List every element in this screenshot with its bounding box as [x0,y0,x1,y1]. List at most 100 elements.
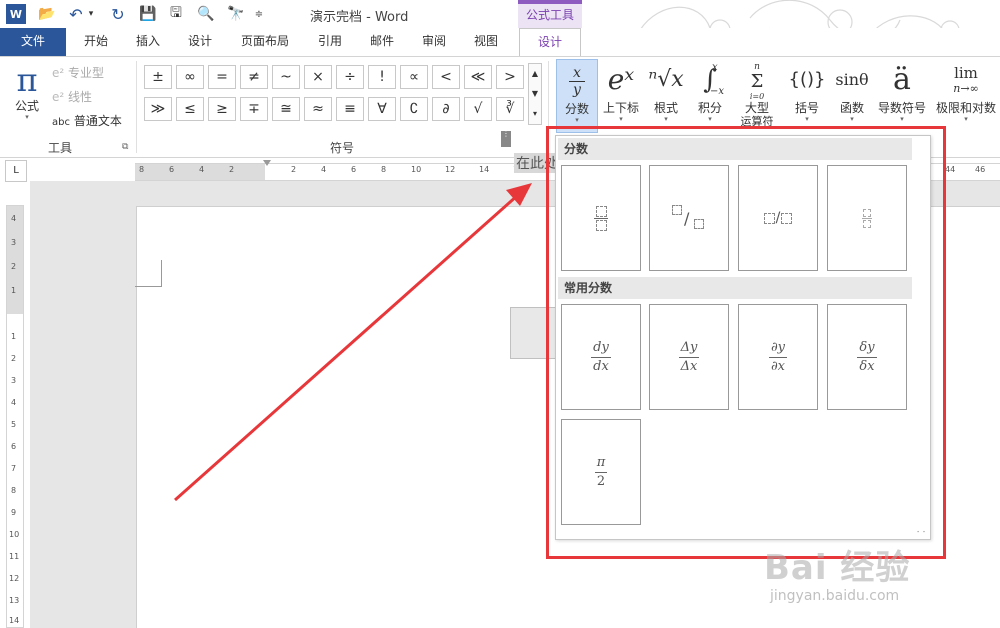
chevron-down-icon: ▾ [575,116,579,124]
symbol-divide[interactable]: ÷ [336,65,364,89]
fraction-linear-tile[interactable]: / [738,165,818,271]
function-button[interactable]: sinθ 函数 ▾ [832,59,872,133]
title-bar: W 📂 ↶ ▾ ↻ 💾 🖫 🔍 🔭 ≑ 演示完档 - Word 公式工具 [0,0,1000,54]
symbol-less-equal[interactable]: ≤ [176,97,204,121]
indent-marker-icon[interactable] [263,160,271,182]
symbol-for-all[interactable]: ∀ [368,97,396,121]
ruler-tick: 6 [351,165,357,174]
symbol-cube-root[interactable]: ∛ [496,97,524,121]
redo-icon[interactable]: ↻ [108,4,128,24]
symbol-plus-minus[interactable]: ± [144,65,172,89]
normal-text-button[interactable]: abc 普通文本 [52,111,122,131]
script-button[interactable]: eˣ 上下标 ▾ [600,59,642,133]
equation-handle-icon[interactable]: ⋮ [501,130,511,147]
ruler-tick: 1 [11,286,17,295]
scroll-down-icon[interactable]: ▼ [529,84,541,104]
symbol-much-less[interactable]: ≪ [464,65,492,89]
symbol-times[interactable]: × [304,65,332,89]
resize-grip-icon[interactable]: ⠂⠂ [916,528,928,537]
accent-button[interactable]: ä 导数符号 ▾ [874,59,930,133]
fraction-small-delta-tile[interactable]: δy δx [827,304,907,410]
tab-home[interactable]: 开始 [76,28,116,56]
limit-log-button[interactable]: lim n→∞ 极限和对数 ▾ [932,59,1000,133]
ruler-tick: 4 [199,165,205,174]
dialog-launcher-icon[interactable]: ⧉ [122,142,128,152]
symbol-greater-than[interactable]: > [496,65,524,89]
tab-insert[interactable]: 插入 [128,28,168,56]
tab-equation-design[interactable]: 设计 [519,28,581,57]
find-icon[interactable]: 🔭 [226,4,246,24]
integral-button[interactable]: ∫ x −x 积分 ▾ [690,59,730,133]
scroll-up-icon[interactable]: ▲ [529,64,541,84]
symbol-congruent[interactable]: ≅ [272,97,300,121]
symbol-much-greater[interactable]: ≫ [144,97,172,121]
symbol-complement[interactable]: ∁ [400,97,428,121]
save-as-icon[interactable]: 🖫 [166,4,186,24]
ruler-tick: 4 [11,398,17,407]
script-label: 上下标 [602,101,639,115]
symbol-partial[interactable]: ∂ [432,97,460,121]
tab-view[interactable]: 视图 [466,28,506,56]
chevron-down-icon: ▾ [25,113,29,121]
symbol-tilde[interactable]: ~ [272,65,300,89]
symbol-greater-equal[interactable]: ≥ [208,97,236,121]
undo-dropdown-icon[interactable]: ▾ [86,4,96,24]
symbols-scrollbar[interactable]: ▲ ▼ ▾ [528,63,542,125]
symbol-factorial[interactable]: ! [368,65,396,89]
fraction-pi-over-2-tile[interactable]: π2 [561,419,641,525]
tab-selector-button[interactable]: L [5,160,27,182]
symbol-identical[interactable]: ≡ [336,97,364,121]
normal-text-label: 普通文本 [73,114,122,128]
tab-review[interactable]: 审阅 [414,28,454,56]
fraction-button[interactable]: x y 分数 ▾ [556,59,598,133]
equation-button[interactable]: π 公式 ▾ [6,61,48,133]
symbol-sqrt[interactable]: √ [464,97,492,121]
fraction-partial-tile[interactable]: ∂y ∂x [738,304,818,410]
section-common-fraction-header: 常用分数 [558,277,912,299]
limit-icon: lim n→∞ [953,64,979,95]
save-icon[interactable]: 💾 [138,4,158,24]
tab-file[interactable]: 文件 [0,28,66,56]
symbol-less-than[interactable]: < [432,65,460,89]
symbol-proportional[interactable]: ∝ [400,65,428,89]
ruler-tick: 8 [11,486,17,495]
fraction-dy-dx-tile[interactable]: dy dx [561,304,641,410]
open-folder-icon[interactable]: 📂 [36,4,58,24]
linear-label: 线性 [68,90,93,104]
ruler-tick: 6 [169,165,175,174]
fraction-label: 分数 [564,102,589,116]
fraction-small-tile[interactable] [827,165,907,271]
customize-qat-icon[interactable]: ≑ [252,4,266,24]
professional-button[interactable]: e² 专业型 [52,63,104,83]
linear-icon: e² [52,90,65,104]
symbol-infinity[interactable]: ∞ [176,65,204,89]
symbol-equals[interactable]: = [208,65,236,89]
large-operator-button[interactable]: n Σ i=0 大型 运算符 [734,59,780,133]
vertical-ruler[interactable]: 4 3 2 1 1 2 3 4 5 6 7 8 9 10 11 12 13 14 [6,205,24,628]
print-preview-icon[interactable]: 🔍 [196,4,216,24]
tab-page-layout[interactable]: 页面布局 [232,28,298,56]
fraction-skewed-tile[interactable]: / [649,165,729,271]
summation-icon: n Σ i=0 [749,62,765,101]
ribbon-tab-bar: 文件 开始 插入 设计 页面布局 引用 邮件 审阅 视图 设计 [0,28,1000,57]
tab-mailings[interactable]: 邮件 [362,28,402,56]
symbol-approx[interactable]: ≈ [304,97,332,121]
symbol-not-equal[interactable]: ≠ [240,65,268,89]
function-icon: sinθ [835,70,869,89]
ruler-tick: 14 [9,616,20,625]
tab-design[interactable]: 设计 [180,28,220,56]
word-app-icon[interactable]: W [6,4,26,24]
ruler-tick: 2 [291,165,297,174]
fraction-stacked-tile[interactable] [561,165,641,271]
ruler-tick: 12 [445,165,456,174]
linear-button[interactable]: e² 线性 [52,87,92,107]
tab-references[interactable]: 引用 [310,28,350,56]
fraction-delta-y-tile[interactable]: Δy Δx [649,304,729,410]
undo-icon[interactable]: ↶ [66,4,86,24]
chevron-down-icon: ▾ [708,115,712,123]
expand-gallery-icon[interactable]: ▾ [529,104,541,124]
radical-button[interactable]: ⁿ√x 根式 ▾ [646,59,686,133]
equation-placeholder[interactable]: 在此处 [514,153,560,173]
symbol-minus-plus[interactable]: ∓ [240,97,268,121]
bracket-button[interactable]: {()} 括号 ▾ [786,59,828,133]
